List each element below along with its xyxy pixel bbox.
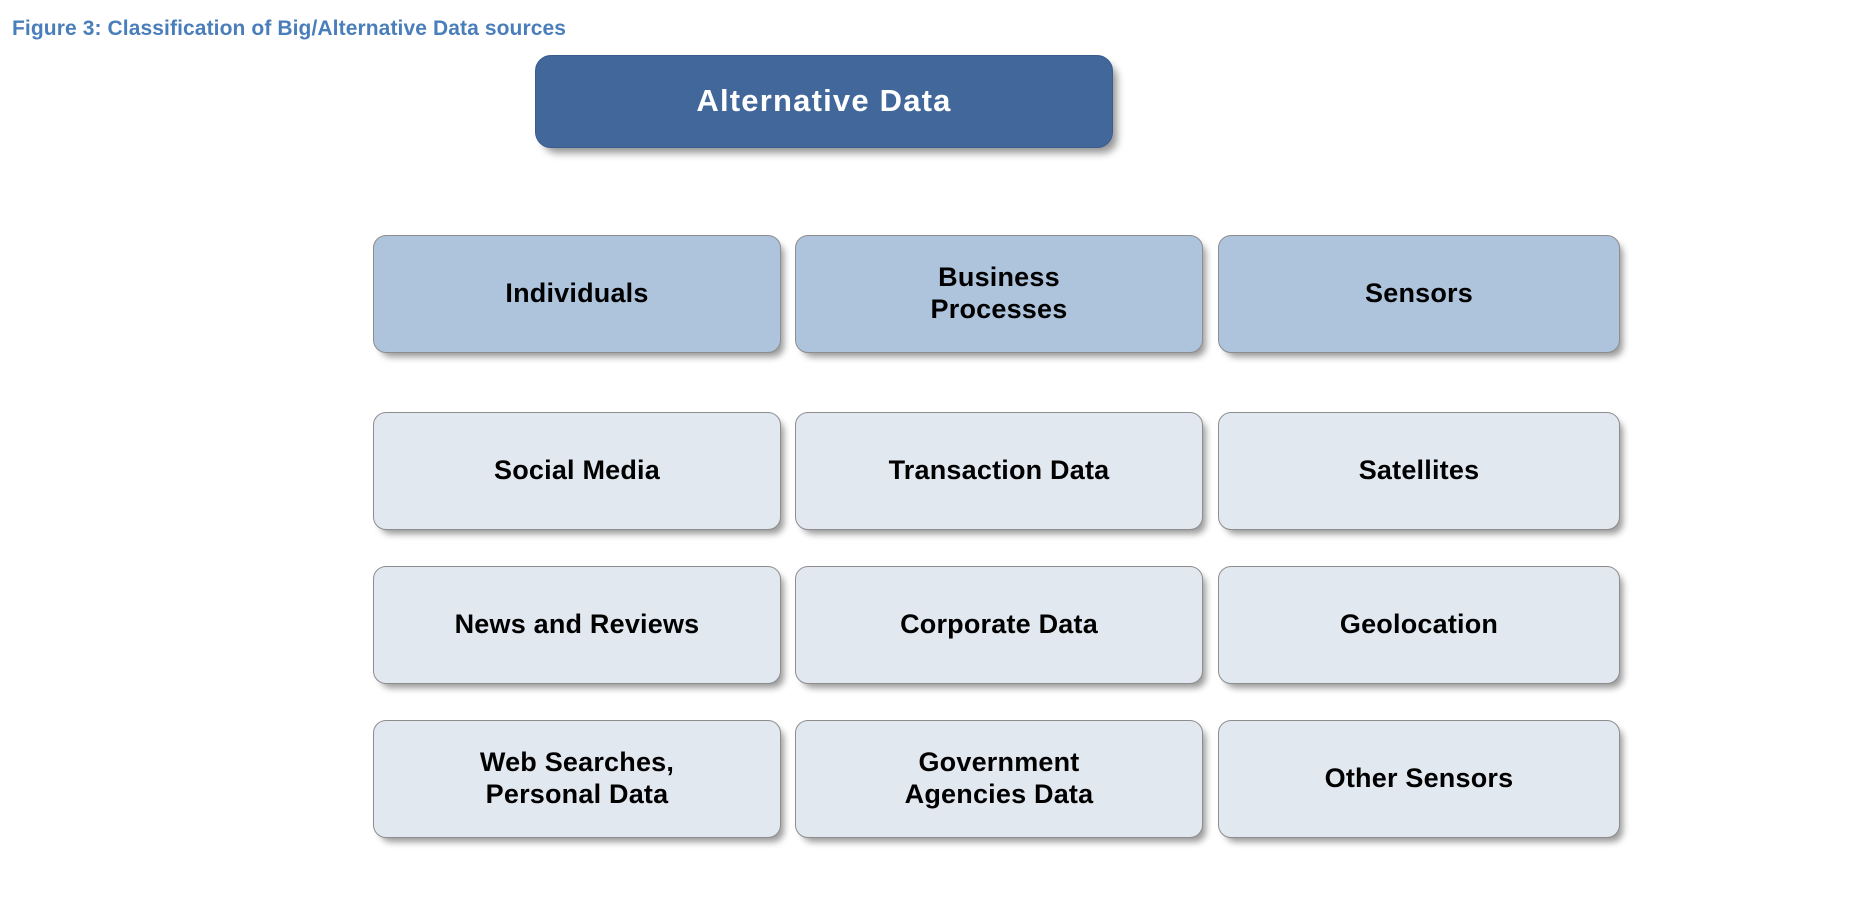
node-label: Government Agencies Data (904, 747, 1094, 809)
node-category-sensors: Sensors (1218, 235, 1620, 353)
node-label: Geolocation (1339, 609, 1499, 640)
node-leaf-other-sensors: Other Sensors (1218, 720, 1620, 838)
node-leaf-social-media: Social Media (373, 412, 781, 530)
node-label: Social Media (494, 455, 660, 486)
node-leaf-satellites: Satellites (1218, 412, 1620, 530)
classification-diagram: Alternative Data Individuals Social Medi… (0, 0, 1874, 898)
node-leaf-government-agencies-data: Government Agencies Data (795, 720, 1203, 838)
node-category-individuals: Individuals (373, 235, 781, 353)
node-label: News and Reviews (454, 609, 700, 640)
node-label: Other Sensors (1324, 763, 1514, 794)
node-alternative-data-root: Alternative Data (535, 55, 1113, 148)
node-leaf-corporate-data: Corporate Data (795, 566, 1203, 684)
node-label: Business Processes (930, 262, 1068, 324)
node-leaf-geolocation: Geolocation (1218, 566, 1620, 684)
node-leaf-news-and-reviews: News and Reviews (373, 566, 781, 684)
node-category-business-processes: Business Processes (795, 235, 1203, 353)
node-leaf-transaction-data: Transaction Data (795, 412, 1203, 530)
node-label: Sensors (1365, 278, 1473, 309)
node-leaf-web-searches-personal-data: Web Searches, Personal Data (373, 720, 781, 838)
node-label: Transaction Data (888, 455, 1110, 486)
node-label: Satellites (1358, 455, 1480, 486)
node-label: Web Searches, Personal Data (479, 747, 675, 809)
node-label: Alternative Data (696, 83, 952, 119)
node-label: Individuals (505, 278, 649, 309)
node-label: Corporate Data (900, 609, 1098, 640)
